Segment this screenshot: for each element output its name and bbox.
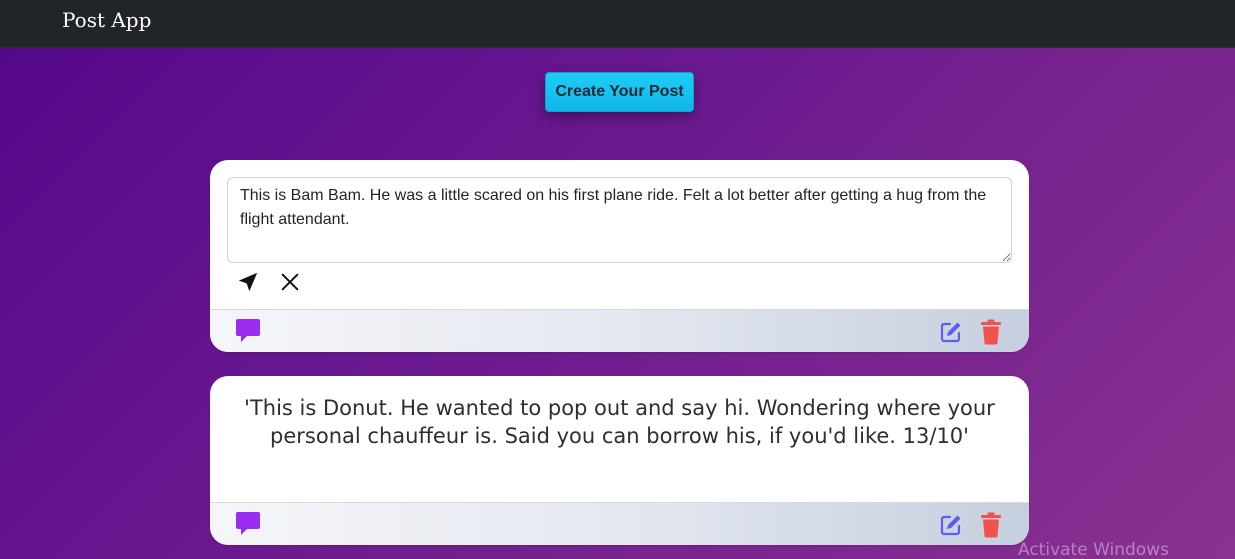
comment-icon[interactable]	[235, 318, 261, 344]
send-icon[interactable]	[236, 270, 260, 294]
edit-icon[interactable]	[939, 513, 963, 537]
activate-windows-watermark: Activate Windows	[1018, 540, 1169, 559]
trash-icon[interactable]	[980, 319, 1002, 345]
brand-title[interactable]: Post App	[62, 8, 151, 32]
post-card: 'This is Donut. He wanted to pop out and…	[210, 376, 1029, 545]
close-icon[interactable]	[278, 270, 302, 294]
post-edit-textarea[interactable]: This is Bam Bam. He was a little scared …	[227, 177, 1012, 263]
navbar: Post App	[0, 0, 1235, 48]
post-text: 'This is Donut. He wanted to pop out and…	[244, 396, 995, 448]
create-post-button[interactable]: Create Your Post	[545, 72, 694, 112]
trash-icon[interactable]	[980, 512, 1002, 538]
edit-icon[interactable]	[939, 320, 963, 344]
post-footer	[210, 502, 1029, 545]
post-footer	[210, 309, 1029, 352]
post-card: This is Bam Bam. He was a little scared …	[210, 160, 1029, 352]
comment-icon[interactable]	[235, 511, 261, 537]
edit-actions	[236, 270, 302, 294]
